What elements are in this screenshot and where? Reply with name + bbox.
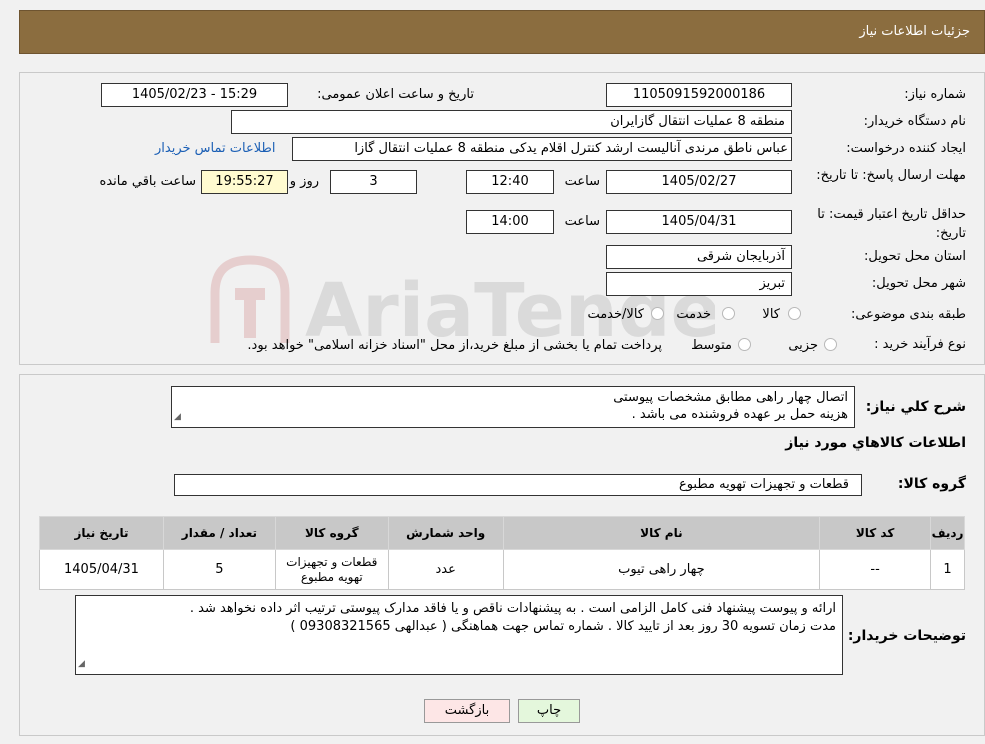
days-remaining-field: 3 [330, 170, 417, 194]
deadline-date-field: 1405/02/27 [606, 170, 792, 194]
cell-unit: عدد [387, 549, 504, 590]
col-row-number: رديف [930, 516, 965, 550]
deadline-label: مهلت ارسال پاسخ: تا تاریخ: [816, 168, 966, 183]
col-item-code: کد کالا [819, 516, 932, 550]
cell-row-number: 1 [930, 549, 965, 590]
page-header: جزئیات اطلاعات نیاز [19, 10, 985, 54]
summary-textarea[interactable]: اتصال چهار راهی مطابق مشخصات پیوستی هزین… [171, 386, 855, 428]
process-option-minor: جزیی [788, 338, 818, 353]
category-label: طبقه بندی موضوعی: [850, 307, 966, 322]
deadline-time-field: 12:40 [466, 170, 554, 194]
process-radio-minor[interactable] [824, 338, 837, 351]
validity-time-field: 14:00 [466, 210, 554, 234]
announce-field: 1405/02/23 - 15:29 [101, 83, 288, 107]
cell-item-code: -- [819, 549, 932, 590]
resize-grip-icon[interactable]: ◢ [174, 409, 181, 426]
validity-date-field: 1405/04/31 [606, 210, 792, 234]
print-button[interactable]: چاپ [518, 699, 580, 723]
goods-table-header: رديف کد کالا نام کالا واحد شمارش گروه کا… [39, 516, 965, 550]
buyer-org-field: منطقه 8 عملیات انتقال گازایران [231, 110, 792, 134]
summary-line-2: هزینه حمل بر عهده فروشنده می باشد . [631, 407, 848, 422]
buyer-org-label: نام دستگاه خریدار: [863, 114, 966, 129]
buyer-contact-link[interactable]: اطلاعات تماس خریدار [155, 141, 275, 156]
creator-label: ایجاد کننده درخواست: [846, 141, 966, 156]
table-row: 1 -- چهار راهی تیوب عدد قطعات و تجهیزات … [39, 549, 965, 590]
deadline-time-label: ساعت [564, 174, 600, 189]
col-item-name: نام کالا [502, 516, 821, 550]
validity-label: حداقل تاریخ اعتبار قیمت: تا تاریخ: [817, 207, 966, 241]
col-item-group: گروه کالا [274, 516, 389, 550]
process-option-medium: متوسط [691, 338, 732, 353]
city-label: شهر محل تحویل: [871, 276, 966, 291]
col-quantity: تعداد / مقدار [162, 516, 276, 550]
goods-section-title: اطلاعات کالاهاي مورد نياز [785, 435, 966, 451]
col-unit: واحد شمارش [387, 516, 504, 550]
remaining-time-field: 19:55:27 [201, 170, 288, 194]
province-field: آذربایجان شرقی [606, 245, 792, 269]
need-number-label: شماره نیاز: [904, 87, 966, 102]
remaining-time-label: ساعت باقي مانده [99, 174, 196, 189]
city-field: تبریز [606, 272, 792, 296]
summary-label: شرح کلي نياز: [865, 399, 966, 415]
process-note: پرداخت تمام یا بخشی از مبلغ خرید،از محل … [247, 338, 662, 353]
creator-field: عباس ناطق مرندی آنالیست ارشد کنترل اقلام… [292, 137, 792, 161]
goods-group-label: گروه کالا: [897, 476, 966, 492]
resize-grip-icon[interactable]: ◢ [78, 655, 85, 673]
page-title: جزئیات اطلاعات نیاز [859, 24, 970, 39]
category-radio-service[interactable] [722, 307, 735, 320]
cell-quantity: 5 [162, 549, 276, 590]
buyer-notes-textarea[interactable]: ارائه و پیوست پیشنهاد فنی کامل الزامی اس… [75, 595, 843, 675]
province-label: استان محل تحویل: [864, 249, 966, 264]
category-radio-goods-service[interactable] [651, 307, 664, 320]
process-radio-medium[interactable] [738, 338, 751, 351]
goods-table: رديف کد کالا نام کالا واحد شمارش گروه کا… [39, 516, 965, 590]
summary-line-1: اتصال چهار راهی مطابق مشخصات پیوستی [613, 390, 848, 405]
category-option-service: خدمت [676, 307, 711, 322]
category-option-goods-service: کالا/خدمت [587, 307, 644, 322]
buyer-notes-line-1: ارائه و پیوست پیشنهاد فنی کامل الزامی اس… [189, 601, 836, 616]
process-label: نوع فرآیند خرید : [874, 337, 966, 352]
cell-need-date: 1405/04/31 [39, 549, 164, 590]
category-radio-goods[interactable] [788, 307, 801, 320]
col-need-date: تاریخ نیاز [39, 516, 164, 550]
buyer-notes-label: توضیحات خریدار: [847, 628, 966, 644]
back-button[interactable]: بازگشت [424, 699, 510, 723]
category-option-goods: کالا [762, 307, 780, 322]
goods-group-field: قطعات و تجهیزات تهویه مطبوع [174, 474, 862, 496]
validity-time-label: ساعت [564, 214, 600, 229]
cell-item-name: چهار راهی تیوب [502, 549, 821, 590]
days-label: روز و [289, 174, 319, 189]
cell-item-group: قطعات و تجهیزات تهویه مطبوع [274, 549, 389, 590]
buyer-notes-line-2: مدت زمان تسویه 30 روز بعد از تایید کالا … [290, 619, 836, 634]
announce-label: تاریخ و ساعت اعلان عمومی: [317, 87, 474, 102]
need-number-field: 1105091592000186 [606, 83, 792, 107]
